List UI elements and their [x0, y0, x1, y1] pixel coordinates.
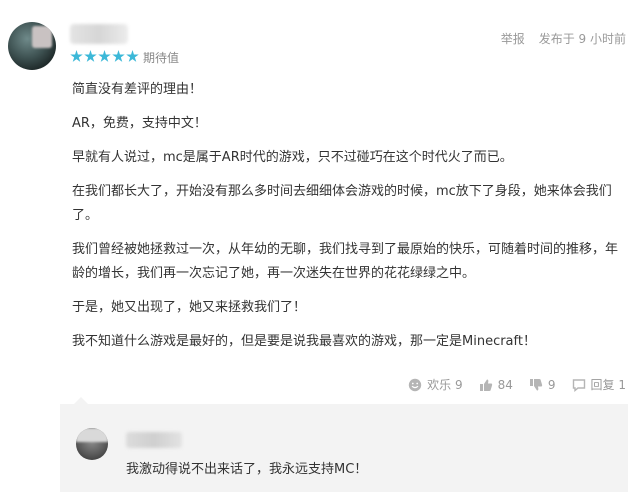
avatar-blur-overlay — [32, 26, 52, 48]
avatar[interactable] — [8, 22, 56, 70]
rating-label: 期待值 — [143, 51, 180, 65]
review-paragraph: 于是，她又出现了，她又来拯救我们了！ — [72, 300, 307, 315]
comment-icon — [572, 378, 585, 392]
reply-pointer — [74, 397, 88, 404]
review-paragraph: 我们曾经被她拯救过一次，从年幼的无聊，我们找寻到了最原始的快乐，可随着时间的推移… — [72, 242, 619, 281]
star-icon — [126, 50, 139, 62]
review-card: 期待值 举报 发布于 9 小时前 简直没有差评的理由！ AR，免费，支持中文！ … — [0, 0, 640, 400]
dislike-count: 9 — [547, 377, 556, 392]
username-blurred[interactable] — [70, 24, 128, 44]
reply-container — [60, 397, 628, 492]
star-icon — [112, 50, 125, 62]
review-meta: 举报 发布于 9 小时前 — [501, 30, 626, 47]
funny-count: 欢乐 9 — [427, 378, 463, 392]
report-link[interactable]: 举报 — [501, 30, 525, 47]
review-paragraph: AR，免费，支持中文！ — [72, 116, 207, 131]
reply-text: 我激动得说不出来话了，我永远支持MC！ — [126, 462, 368, 477]
funny-button[interactable]: 欢乐 9 — [408, 376, 463, 393]
review-paragraph: 早就有人说过，mc是属于AR时代的游戏，只不过碰巧在这个时代火了而已。 — [72, 150, 513, 165]
star-icon — [70, 50, 83, 62]
review-paragraph: 在我们都长大了，开始没有那么多时间去细细体会游戏的时候，mc放下了身段，她来体会… — [72, 184, 612, 223]
thumbs-up-icon — [479, 379, 492, 391]
reply-button[interactable]: 回复 1 — [572, 376, 626, 393]
thumbs-down-icon — [529, 378, 543, 390]
review-paragraph: 简直没有差评的理由！ — [72, 82, 203, 97]
smile-icon — [408, 378, 422, 391]
dislike-button[interactable]: 9 — [529, 376, 556, 393]
star-icon — [84, 50, 97, 62]
star-icon — [98, 50, 111, 62]
review-body: 简直没有差评的理由！ AR，免费，支持中文！ 早就有人说过，mc是属于AR时代的… — [72, 78, 628, 364]
review-paragraph: 我不知道什么游戏是最好的，但是要是说我最喜欢的游戏，那一定是Minecraft！ — [72, 334, 536, 349]
avatar-blur-overlay — [76, 428, 108, 442]
reply-count: 回复 1 — [590, 378, 626, 392]
reply-avatar[interactable] — [76, 428, 108, 460]
reply-username-blurred[interactable] — [126, 432, 182, 448]
like-count: 84 — [497, 377, 513, 392]
review-actions: 欢乐 9 84 9 回复 1 — [408, 376, 626, 393]
posted-time: 发布于 9 小时前 — [538, 32, 626, 46]
star-rating — [70, 50, 139, 64]
like-button[interactable]: 84 — [479, 376, 513, 393]
